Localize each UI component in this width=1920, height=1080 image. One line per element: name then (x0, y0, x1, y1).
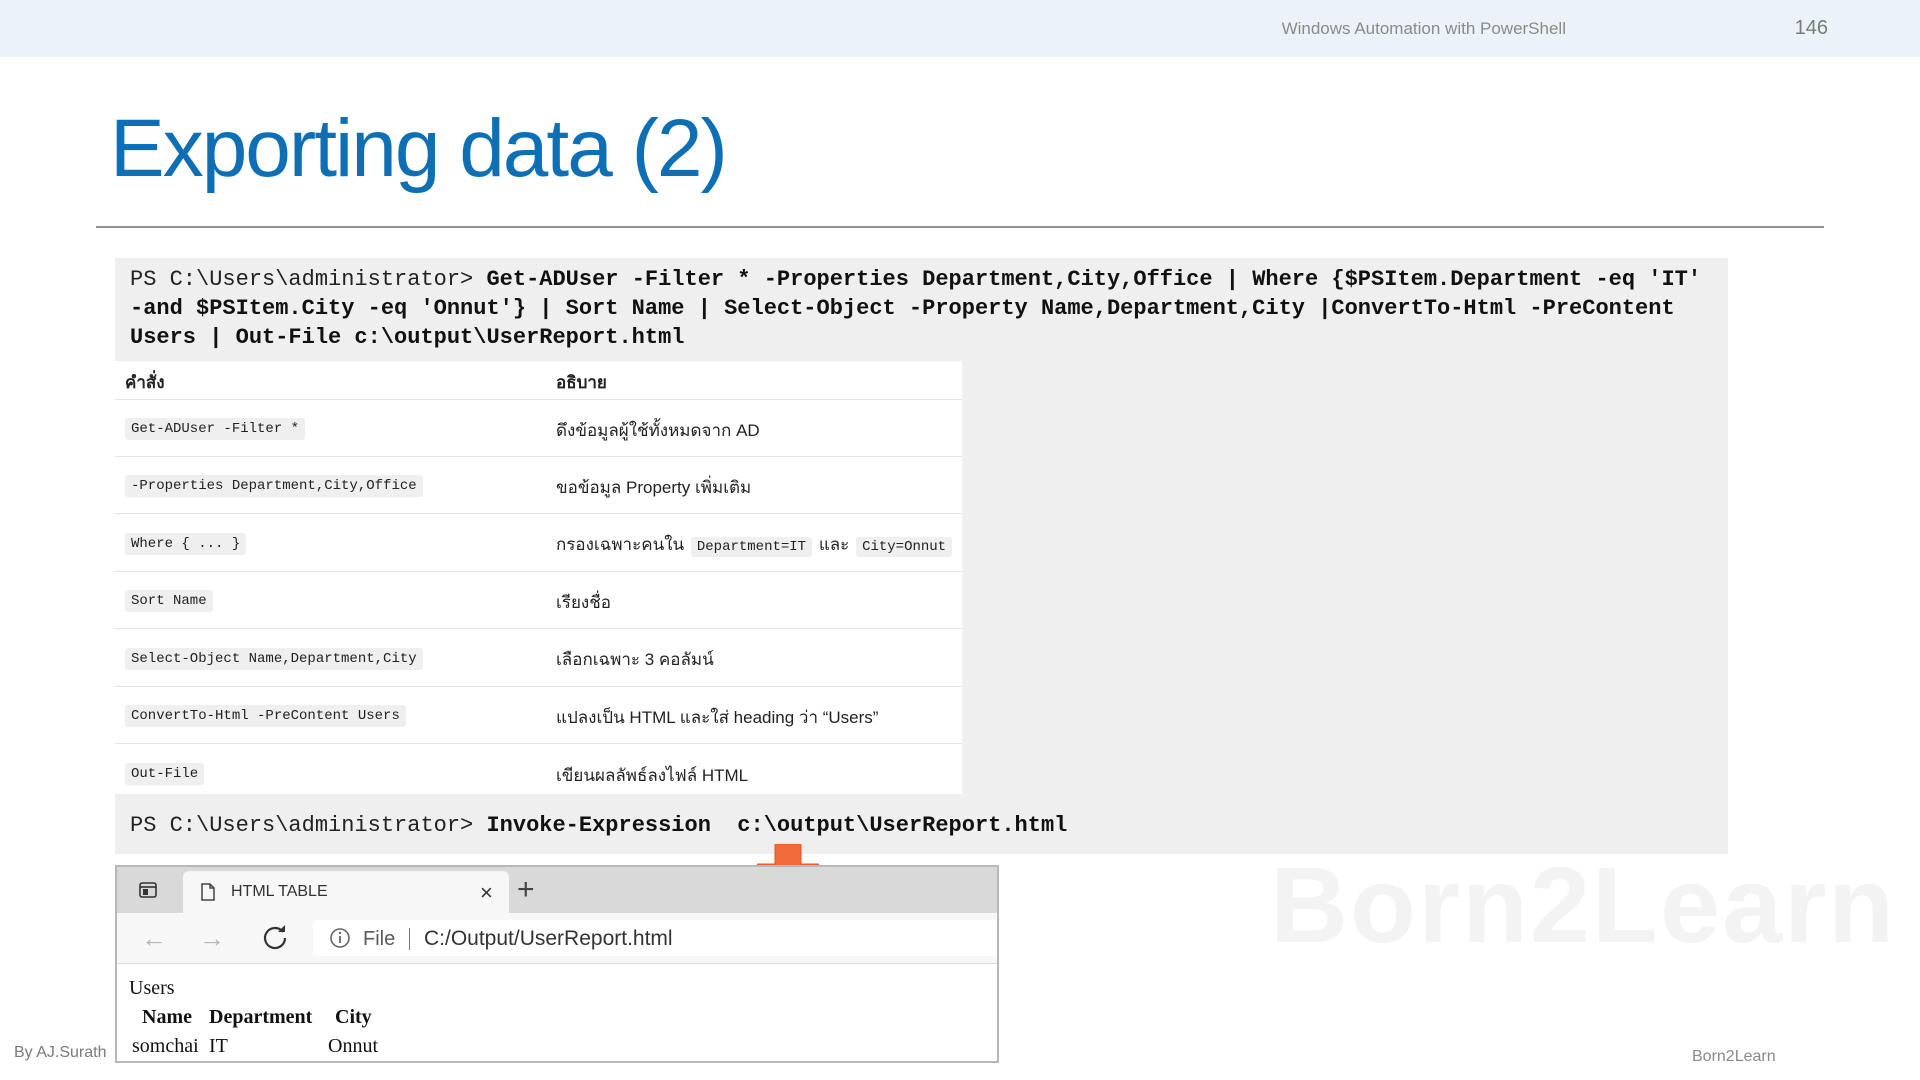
table-row-description: เขียนผลลัพธ์ลงไฟล์ HTML (556, 766, 749, 785)
page-column-header: Name (142, 1006, 192, 1028)
description-text: และ (818, 535, 850, 554)
table-row-description: ดึงข้อมูลผู้ใช้ทั้งหมดจาก AD (556, 421, 760, 440)
row-divider (115, 456, 962, 457)
address-bar[interactable]: File C:/Output/UserReport.html (313, 920, 997, 956)
browser-window: HTML TABLE × + ← → File C:/Output/UserRe… (115, 865, 999, 1063)
table-row-command: Sort Name (125, 590, 213, 612)
command-line-2: PS C:\Users\administrator> Invoke-Expres… (130, 813, 1067, 838)
table-row-description: เลือกเฉพาะ 3 คอลัมน์ (556, 650, 714, 669)
table-row-description: แปลงเป็น HTML และใส่ heading ว่า “Users” (556, 708, 879, 727)
address-separator (409, 928, 410, 950)
footer-brand: Born2Learn (1692, 1048, 1776, 1065)
forward-icon[interactable]: → (199, 923, 225, 954)
table-row-description: ขอข้อมูล Property เพิ่มเติม (556, 478, 752, 497)
header-bar (0, 0, 1920, 57)
browser-tab[interactable]: HTML TABLE × (183, 871, 509, 913)
reload-icon[interactable] (261, 923, 289, 951)
page-column-header: City (335, 1006, 372, 1028)
title-divider (96, 226, 1824, 228)
page-cell: Onnut (328, 1035, 378, 1057)
page-cell: somchai (132, 1035, 199, 1057)
table-row-command: -Properties Department,City,Office (125, 475, 423, 497)
row-divider (115, 743, 962, 744)
column-header-command: คำสั่ง (125, 373, 165, 392)
tab-title: HTML TABLE (231, 883, 328, 900)
tab-actions-icon[interactable] (139, 882, 157, 898)
page-heading: Users (129, 977, 175, 999)
row-divider (115, 686, 962, 687)
back-icon[interactable]: ← (141, 923, 167, 954)
table-row-description: กรองเฉพาะคนใน Department=IT และ City=Onn… (556, 531, 954, 558)
row-divider (115, 571, 962, 572)
row-divider (115, 628, 962, 629)
table-row-command: Get-ADUser -Filter * (125, 418, 306, 440)
address-scheme-label: File (363, 928, 396, 950)
browser-tab-strip: HTML TABLE × + (117, 867, 997, 913)
footer-author: By AJ.Surath (14, 1044, 107, 1061)
page-column-header: Department (209, 1006, 313, 1028)
table-row-command: Out-File (125, 763, 205, 785)
inline-code: City=Onnut (856, 537, 953, 557)
prompt-text: PS C:\Users\administrator> (130, 813, 487, 838)
info-icon[interactable] (329, 927, 351, 949)
slide-title: Exporting data (2) (110, 103, 728, 194)
table-row-command: Where { ... } (125, 533, 247, 555)
row-divider (115, 513, 962, 514)
close-tab-icon[interactable]: × (480, 880, 493, 906)
description-text: กรองเฉพาะคนใน (556, 535, 685, 554)
command-line-1: PS C:\Users\administrator> Get-ADUser -F… (130, 265, 1720, 352)
inline-code: Department=IT (690, 537, 813, 557)
new-tab-icon[interactable]: + (517, 873, 535, 907)
prompt-text: PS C:\Users\administrator> (130, 267, 487, 292)
command-text: Invoke-Expression c:\output\UserReport.h… (486, 813, 1068, 838)
column-header-description: อธิบาย (556, 373, 607, 392)
watermark-logo: Born2Learn (1270, 844, 1897, 965)
table-row-description: เรียงชื่อ (556, 593, 611, 612)
page-cell: IT (209, 1035, 228, 1057)
page-icon (201, 883, 215, 901)
table-row-command: ConvertTo-Html -PreContent Users (125, 705, 406, 727)
browser-toolbar: ← → File C:/Output/UserReport.html (117, 913, 997, 964)
table-header-divider (115, 399, 962, 400)
address-url[interactable]: C:/Output/UserReport.html (424, 927, 673, 951)
header-subject: Windows Automation with PowerShell (1281, 19, 1566, 38)
table-row-command: Select-Object Name,Department,City (125, 648, 423, 670)
page-number: 146 (1794, 17, 1828, 39)
